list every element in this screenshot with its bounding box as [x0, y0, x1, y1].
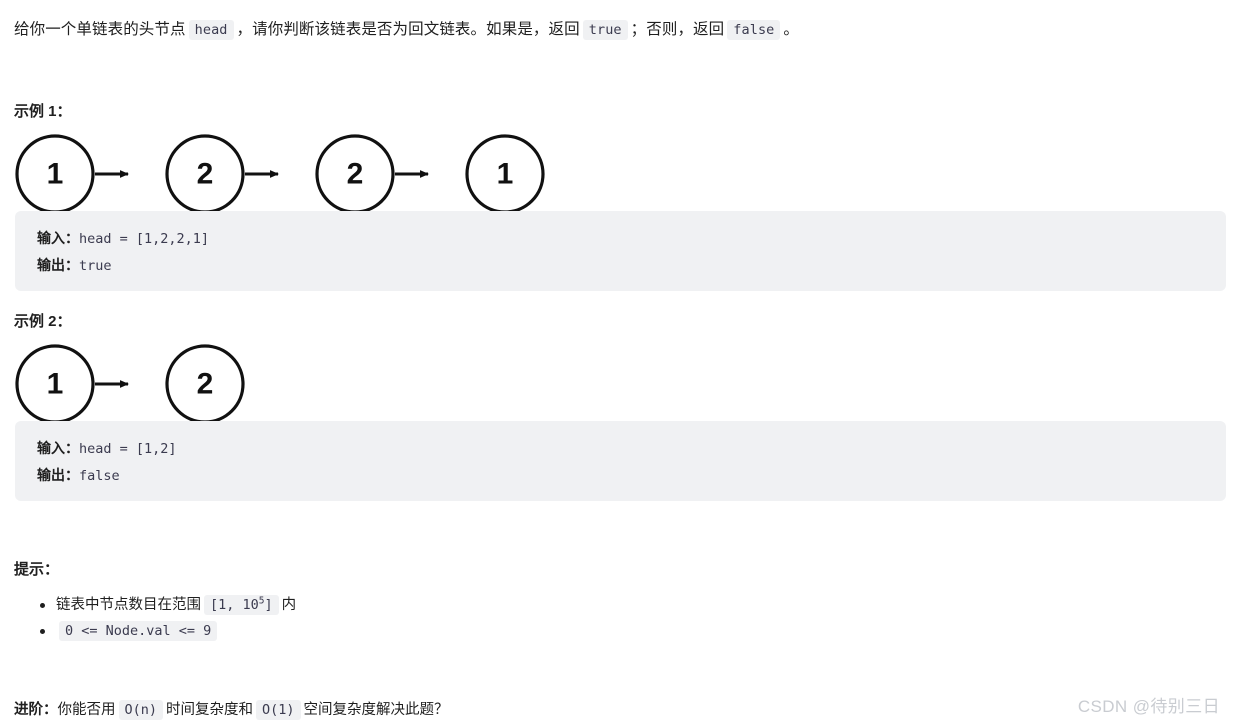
follow-up-label: 进阶： [14, 702, 58, 718]
hint-text-segment: 内 [281, 597, 297, 613]
hints-list: 链表中节点数目在范围 [1, 105] 内 0 <= Node.val <= 9 [14, 592, 296, 644]
example-1-output-line: 输出：true [37, 252, 1226, 279]
problem-page: 给你一个单链表的头节点 head ，请你判断该链表是否为回文链表。如果是，返回 tru… [0, 0, 1234, 722]
output-value: true [79, 258, 112, 274]
example-2-input-line: 输入：head = [1,2] [37, 435, 1226, 462]
output-value: false [79, 468, 120, 484]
csdn-watermark: CSDN @待别三日 [1077, 697, 1220, 716]
input-value: head = [1,2,2,1] [79, 231, 210, 247]
output-label: 输出： [37, 467, 79, 483]
list-node: 1 [15, 344, 95, 424]
follow-up-text-segment: 空间复杂度解决此题？ [303, 702, 449, 718]
input-value: head = [1,2] [79, 441, 177, 457]
list-node-value: 1 [497, 158, 514, 191]
description-text-segment: ；否则，返回 [630, 21, 725, 38]
list-node: 1 [465, 134, 545, 214]
inline-code-head: head [188, 20, 234, 40]
input-label: 输入： [37, 440, 79, 456]
follow-up-note: 进阶：你能否用 O(n) 时间复杂度和 O(1) 空间复杂度解决此题？ [14, 698, 449, 720]
example-1-title: 示例 1： [14, 103, 72, 120]
example-1-linked-list-diagram: 1 2 2 1 [15, 134, 545, 214]
hints-title: 提示： [14, 561, 60, 578]
input-label: 输入： [37, 230, 79, 246]
list-node-value: 2 [197, 158, 214, 191]
list-node-value: 2 [347, 158, 364, 191]
range-prefix: [1, 10 [210, 597, 259, 613]
inline-code-time-complexity: O(n) [118, 700, 164, 720]
description-text-segment: ，请你判断该链表是否为回文链表。如果是，返回 [236, 21, 580, 38]
hint-text-segment: 链表中节点数目在范围 [56, 597, 201, 613]
list-node: 1 [15, 134, 95, 214]
example-2-output-line: 输出：false [37, 462, 1226, 489]
example-2-title: 示例 2： [14, 313, 72, 330]
follow-up-text-segment: 你能否用 [57, 702, 116, 718]
inline-code-node-range: [1, 105] [204, 595, 279, 615]
inline-code-space-complexity: O(1) [256, 700, 301, 720]
problem-description: 给你一个单链表的头节点 head ，请你判断该链表是否为回文链表。如果是，返回 tru… [14, 18, 1220, 42]
list-node-value: 1 [47, 368, 64, 401]
hint-item: 链表中节点数目在范围 [1, 105] 内 [14, 592, 296, 618]
description-text-segment: 给你一个单链表的头节点 [14, 21, 186, 38]
example-2-linked-list-diagram: 1 2 [15, 344, 245, 424]
list-node-value: 1 [47, 158, 64, 191]
list-node-value: 2 [197, 368, 214, 401]
example-1-io-block: 输入：head = [1,2,2,1] 输出：true [15, 211, 1226, 291]
list-node: 2 [165, 134, 245, 214]
output-label: 输出： [37, 257, 79, 273]
inline-code-node-val: 0 <= Node.val <= 9 [59, 621, 218, 641]
follow-up-text-segment: 时间复杂度和 [166, 702, 254, 718]
inline-code-true: true [582, 20, 628, 40]
example-1-input-line: 输入：head = [1,2,2,1] [37, 225, 1226, 252]
range-suffix: ] [264, 597, 273, 613]
list-node: 2 [315, 134, 395, 214]
inline-code-false: false [727, 20, 781, 40]
hint-item: 0 <= Node.val <= 9 [14, 618, 296, 644]
list-node: 2 [165, 344, 245, 424]
example-2-io-block: 输入：head = [1,2] 输出：false [15, 421, 1226, 501]
description-text-segment: 。 [783, 21, 800, 38]
